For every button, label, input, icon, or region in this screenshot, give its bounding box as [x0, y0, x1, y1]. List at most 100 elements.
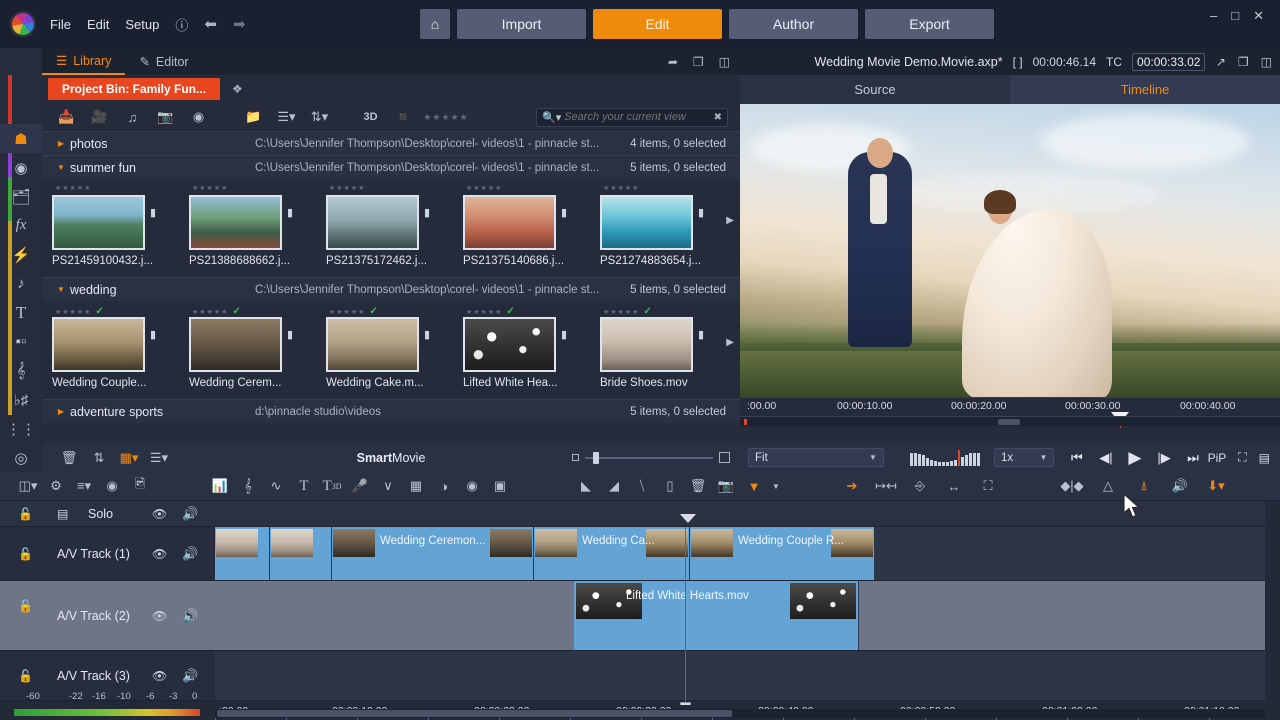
player-ruler[interactable]: :00.00 00:00:10.00 00:00:20.00 00:00:30.… [740, 397, 1280, 428]
item-rating[interactable]: ★★★★★ ✓ [189, 306, 326, 317]
record-icon[interactable]: ◉ [98, 472, 126, 501]
details-view-icon[interactable]: ☰▾ [144, 443, 174, 472]
lane-av-2[interactable]: Lifted White Hearts.mov [215, 581, 1265, 651]
duplicate-panel-icon[interactable]: ❐ [693, 55, 704, 69]
zoom-slider-handle[interactable] [593, 451, 599, 464]
grid-icon[interactable]: ▦ [402, 472, 430, 501]
step-forward-icon[interactable]: |▶ [1149, 443, 1178, 472]
rail-transitions-icon[interactable]: ⚡ [0, 240, 42, 269]
item-rating[interactable]: ★★★★★ ✓ [52, 306, 189, 317]
list-view-icon[interactable]: ☰▾ [270, 105, 303, 129]
sort-icon[interactable]: ⇅▾ [303, 105, 336, 129]
detach-icon[interactable]: ↗ [1216, 55, 1226, 69]
play-icon[interactable]: ▶ [1120, 443, 1149, 472]
photo-icon[interactable]: 📷 [149, 105, 182, 129]
dynamic-length-icon[interactable]: △ [1094, 472, 1122, 501]
redo-icon[interactable]: ➡ [233, 17, 246, 32]
unlock-icon[interactable]: 🔓 [18, 599, 33, 613]
timeline-playhead-marker[interactable] [680, 514, 696, 523]
chevron-down-icon[interactable]: ▼ [52, 163, 70, 172]
media-thumbnail[interactable] [463, 195, 556, 250]
menu-file[interactable]: File [50, 17, 71, 32]
library-search[interactable]: 🔍▾ ✖ [536, 107, 728, 127]
rail-keyboard-icon[interactable]: ♭♯ [0, 385, 42, 414]
search-input[interactable] [564, 111, 714, 123]
menu-setup[interactable]: Setup [125, 17, 159, 32]
marker-dropdown-icon[interactable]: ▼ [768, 472, 784, 501]
mask-icon[interactable]: ▤ [1259, 451, 1270, 465]
media-thumbnail[interactable] [600, 317, 693, 372]
snapshot-icon[interactable]: 📷 [712, 472, 740, 501]
project-bin-chip[interactable]: Project Bin: Family Fun... [48, 78, 221, 100]
media-thumbnail[interactable] [326, 317, 419, 372]
chevron-right-icon[interactable]: ▶ [52, 139, 70, 148]
rating-stars-icon[interactable]: ★★★★★ [420, 105, 472, 129]
timeline-clip[interactable]: Wedding Couple R... [690, 527, 875, 580]
tab-timeline[interactable]: Timeline [1010, 75, 1280, 104]
strip-scroll-right-icon[interactable]: ▶ [726, 215, 734, 226]
jog-shuttle[interactable] [909, 449, 980, 466]
item-rating[interactable]: ★★★★★ [600, 184, 737, 195]
audio-scrub-icon[interactable]: 🔊 [1166, 472, 1194, 501]
skip-start-icon[interactable]: ⏮ [1062, 443, 1091, 472]
rail-music-note-icon[interactable]: ♪ [0, 269, 42, 298]
disc-icon[interactable]: ◉ [182, 105, 215, 129]
item-rating[interactable]: ★★★★★ ✓ [463, 306, 600, 317]
speaker-icon[interactable]: 🔊 [182, 506, 198, 522]
step-back-icon[interactable]: ◀| [1091, 443, 1120, 472]
title-3d-icon[interactable]: T 3D [318, 472, 346, 501]
skip-end-icon[interactable]: ⏭ [1179, 443, 1208, 472]
fullscreen-window-icon[interactable]: ❐ [1238, 55, 1249, 69]
storyboard-icon[interactable]: 🖻 [126, 472, 154, 501]
media-thumbnail[interactable] [52, 317, 145, 372]
slip-icon[interactable]: ⎆ [906, 472, 934, 501]
add-bin-icon[interactable]: ❖ [232, 82, 243, 96]
clear-icon[interactable]: ✖ [714, 112, 722, 123]
eye-icon[interactable]: 👁 [152, 669, 167, 683]
track-settings-icon[interactable]: ⚙ [42, 472, 70, 501]
library-group-photos[interactable]: ▶ photos C:\Users\Jennifer Thompson\Desk… [42, 131, 740, 155]
rail-montage-icon[interactable]: ▪▫ [0, 327, 42, 356]
library-group-wedding[interactable]: ▼ wedding C:\Users\Jennifer Thompson\Des… [42, 277, 740, 301]
track-header-av-1[interactable]: 🔓 A/V Track (1) 👁 🔊 [0, 527, 215, 581]
item-rating[interactable]: ★★★★★ [52, 184, 189, 195]
speaker-icon[interactable]: 🔊 [182, 668, 198, 684]
video-icon[interactable]: 🎥 [83, 105, 116, 129]
folder-icon[interactable]: 📁 [237, 105, 270, 129]
import-media-icon[interactable]: 📥 [50, 105, 83, 129]
media-item[interactable]: ★★★★★ ▮ PS21375172462.j... [326, 184, 463, 277]
scene-icon[interactable]: ◾ [387, 105, 420, 129]
media-item[interactable]: ★★★★★ ✓ ▮ Lifted White Hea... [463, 306, 600, 399]
mark-in-icon[interactable]: ◣ [572, 472, 600, 501]
rail-waveform-icon[interactable]: ⋮⋮ [0, 414, 42, 443]
audio-mixer-icon[interactable]: 📊 [206, 472, 234, 501]
rail-treble-clef-icon[interactable]: 𝄞 [0, 356, 42, 385]
timeline-clip[interactable]: Wedding Ceremon... [332, 527, 534, 580]
eye-icon[interactable]: 👁 [152, 507, 167, 521]
split-clip-icon[interactable]: ◆|◆ [1058, 472, 1086, 501]
rail-movie-reel-icon[interactable]: ◉ [0, 153, 42, 182]
media-item[interactable]: ★★★★★ ✓ ▮ Wedding Couple... [52, 306, 189, 399]
scorefitter-icon[interactable]: ∿ [262, 472, 290, 501]
music-icon[interactable]: 𝄞 [234, 472, 262, 501]
title-icon[interactable]: T [290, 472, 318, 501]
tab-source[interactable]: Source [740, 75, 1010, 104]
media-thumbnail[interactable] [463, 317, 556, 372]
undo-icon[interactable]: ⬅ [204, 17, 217, 32]
speaker-icon[interactable]: 🔊 [182, 608, 198, 624]
media-thumbnail[interactable] [326, 195, 419, 250]
timeline-clip[interactable]: Lifted White Hearts.mov [574, 581, 859, 650]
three-d-toggle[interactable]: 3D [354, 105, 387, 129]
media-thumbnail[interactable] [189, 195, 282, 250]
item-rating[interactable]: ★★★★★ [326, 184, 463, 195]
solo-icon[interactable]: ▤ [57, 507, 68, 521]
curve-icon[interactable]: ∨ [374, 472, 402, 501]
playback-speed-select[interactable]: 1x ▼ [993, 448, 1055, 467]
chapter-icon[interactable]: ▯ [656, 472, 684, 501]
nav-tab-edit[interactable]: Edit [593, 9, 722, 39]
clear-marks-icon[interactable]: ⧹ [628, 472, 656, 501]
dual-view-icon[interactable]: ◫ [1261, 55, 1272, 69]
pip-button[interactable]: PiP [1208, 451, 1227, 465]
rail-folders-icon[interactable]: 🗂 [0, 182, 42, 211]
player-scrubber[interactable] [740, 416, 1280, 426]
